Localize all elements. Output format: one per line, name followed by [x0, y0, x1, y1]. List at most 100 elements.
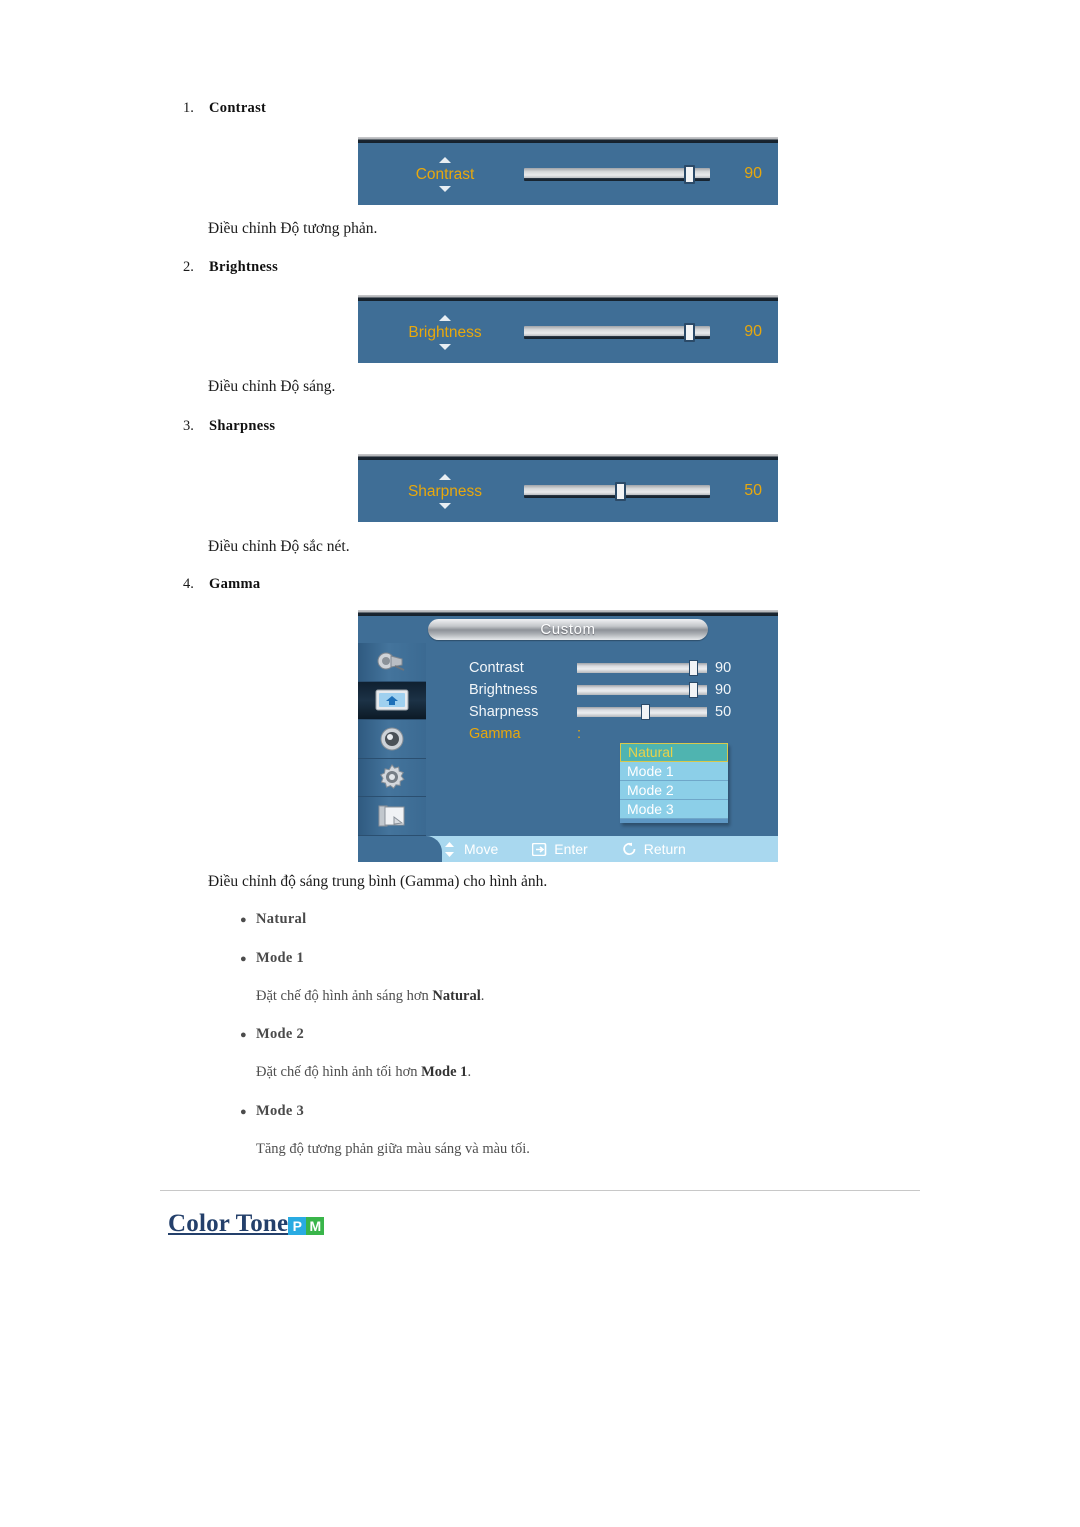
- rail-item-input-source[interactable]: [358, 643, 426, 682]
- footer-return[interactable]: Return: [622, 841, 686, 857]
- caption-contrast: Điều chỉnh Độ tương phản.: [208, 220, 378, 237]
- up-down-arrows-icon: [442, 841, 457, 857]
- sound-icon: [380, 727, 404, 751]
- list-number: 3.: [183, 418, 194, 434]
- bullet-label: Mode 1: [256, 950, 305, 966]
- color-tone-heading: Color Tone P M: [168, 1210, 325, 1238]
- osd-slider-row: Sharpness 50: [358, 460, 778, 522]
- picture-icon: [375, 689, 409, 711]
- slider-value: 50: [744, 482, 762, 499]
- menu-row-colon: :: [577, 726, 582, 742]
- menu-footer: Move Enter Return: [358, 836, 778, 862]
- return-arrow-icon: [622, 842, 637, 857]
- bullet-label: Natural: [256, 911, 307, 927]
- osd-contrast: Contrast 90: [358, 137, 778, 205]
- menu-row-sharpness[interactable]: Sharpness 50: [426, 701, 778, 723]
- list-item-gamma: 4. Gamma: [183, 576, 260, 593]
- bullet-desc-text: Đặt chế độ hình ảnh sáng hơn Natural.: [256, 988, 485, 1004]
- list-label: Sharpness: [209, 418, 276, 434]
- slider-track[interactable]: [524, 322, 710, 342]
- arrow-down-icon[interactable]: [439, 502, 451, 509]
- menu-slider-track[interactable]: [577, 660, 707, 676]
- slider-knob[interactable]: [615, 481, 627, 501]
- osd-name-column: Brightness: [380, 314, 510, 350]
- osd-label: Brightness: [408, 323, 482, 341]
- menu-body: Contrast 90 Brightness 90 Sharpness 50 G…: [358, 643, 778, 836]
- dropdown-option-mode1[interactable]: Mode 1: [620, 762, 728, 781]
- multi-control-icon: [378, 805, 405, 827]
- slider-knob[interactable]: [683, 322, 695, 342]
- caption-brightness: Điều chỉnh Độ sáng.: [208, 378, 336, 395]
- dropdown-option-mode2[interactable]: Mode 2: [620, 781, 728, 800]
- menu-slider-knob[interactable]: [688, 660, 698, 676]
- list-number: 2.: [183, 259, 194, 275]
- rail-item-sound[interactable]: [358, 720, 426, 759]
- menu-row-brightness[interactable]: Brightness 90: [426, 679, 778, 701]
- footer-label: Move: [464, 841, 499, 857]
- bullet-desc-mode2: Đặt chế độ hình ảnh tối hơn Mode 1.: [256, 1064, 471, 1081]
- dropdown-option-natural[interactable]: Natural: [620, 743, 728, 762]
- document-page: 1. Contrast Contrast 90 Điều chỉnh Độ tư…: [0, 0, 1080, 1527]
- list-item-contrast: 1. Contrast: [183, 100, 266, 117]
- menu-slider-knob[interactable]: [640, 704, 650, 720]
- badge-p: P: [288, 1217, 307, 1235]
- caption-gamma: Điều chỉnh độ sáng trung bình (Gamma) ch…: [208, 873, 548, 890]
- menu-row-value: 90: [715, 660, 732, 676]
- menu-slider-track[interactable]: [577, 682, 707, 698]
- dropdown-option-mode3[interactable]: Mode 3: [620, 800, 728, 819]
- arrow-down-icon[interactable]: [439, 343, 451, 350]
- osd-gamma-menu: Custom Contrast 90 Brightness 90 Sharpne…: [358, 610, 778, 862]
- footer-label: Enter: [554, 841, 588, 857]
- bullet-desc-text: Tăng độ tương phản giữa màu sáng và màu …: [256, 1141, 530, 1157]
- osd-slider-row: Contrast 90: [358, 143, 778, 205]
- list-item-sharpness: 3. Sharpness: [183, 418, 275, 435]
- osd-label: Contrast: [415, 165, 475, 183]
- arrow-down-icon[interactable]: [439, 185, 451, 192]
- list-label: Brightness: [209, 259, 279, 275]
- bullet-natural: ● Natural: [240, 911, 306, 928]
- slider-track[interactable]: [524, 164, 710, 184]
- menu-row-label: Sharpness: [469, 704, 539, 720]
- slider-knob[interactable]: [683, 164, 695, 184]
- osd-slider-row: Brightness 90: [358, 301, 778, 363]
- bullet-label: Mode 2: [256, 1026, 305, 1042]
- osd-sharpness: Sharpness 50: [358, 454, 778, 522]
- menu-content: Contrast 90 Brightness 90 Sharpness 50 G…: [426, 643, 778, 836]
- bullet-desc-text: Đặt chế độ hình ảnh tối hơn Mode 1.: [256, 1064, 472, 1080]
- osd-name-column: Sharpness: [380, 473, 510, 509]
- list-number: 1.: [183, 100, 194, 116]
- rail-item-picture[interactable]: [358, 681, 426, 721]
- menu-title: Custom: [540, 621, 596, 638]
- gamma-dropdown[interactable]: Natural Mode 1 Mode 2 Mode 3: [620, 743, 728, 823]
- bullet-dot-icon: ●: [240, 953, 247, 965]
- list-number: 4.: [183, 576, 194, 592]
- enter-key-icon: [532, 842, 547, 857]
- menu-row-label: Gamma: [469, 726, 521, 742]
- menu-title-bar: Custom: [358, 616, 778, 643]
- caption-sharpness: Điều chỉnh Độ sắc nét.: [208, 538, 350, 555]
- setup-gear-icon: [380, 763, 405, 789]
- bullet-dot-icon: ●: [240, 914, 247, 926]
- list-label: Gamma: [209, 576, 261, 592]
- menu-icon-rail: [358, 643, 426, 836]
- section-divider: [160, 1190, 920, 1191]
- menu-row-label: Brightness: [469, 682, 538, 698]
- osd-brightness: Brightness 90: [358, 295, 778, 363]
- arrow-up-icon[interactable]: [439, 314, 451, 321]
- rail-item-setup[interactable]: [358, 759, 426, 798]
- menu-row-contrast[interactable]: Contrast 90: [426, 657, 778, 679]
- arrow-up-icon[interactable]: [439, 156, 451, 163]
- bullet-mode2: ● Mode 2: [240, 1026, 304, 1043]
- menu-row-label: Contrast: [469, 660, 524, 676]
- slider-track[interactable]: [524, 481, 710, 501]
- menu-slider-track[interactable]: [577, 704, 707, 720]
- footer-enter[interactable]: Enter: [532, 841, 588, 857]
- footer-move[interactable]: Move: [442, 841, 498, 857]
- menu-row-gamma[interactable]: Gamma :: [426, 723, 778, 745]
- arrow-up-icon[interactable]: [439, 473, 451, 480]
- menu-row-value: 90: [715, 682, 732, 698]
- footer-label: Return: [643, 841, 686, 857]
- bullet-dot-icon: ●: [240, 1106, 247, 1118]
- menu-slider-knob[interactable]: [688, 682, 698, 698]
- rail-item-multi-control[interactable]: [358, 797, 426, 836]
